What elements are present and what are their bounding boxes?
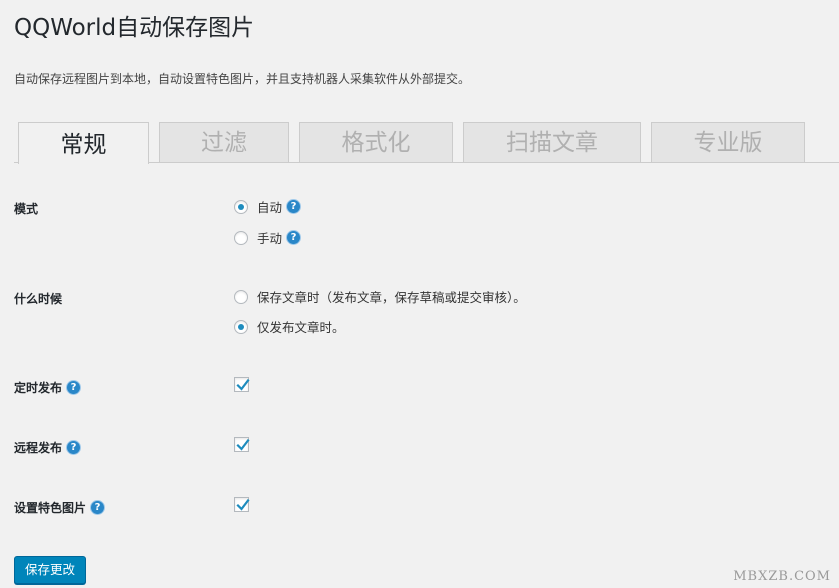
when-option-publish-only[interactable]: 仅发布文章时。 <box>234 317 345 336</box>
settings-page: QQWorld自动保存图片 自动保存远程图片到本地，自动设置特色图片，并且支持机… <box>0 0 839 588</box>
when-publish-only-radio[interactable] <box>234 319 248 334</box>
save-button[interactable]: 保存更改 <box>14 556 87 584</box>
scheduled-publish-label-text: 定时发布 <box>14 381 63 395</box>
help-icon[interactable]: ? <box>66 380 82 395</box>
help-icon[interactable]: ? <box>286 230 302 245</box>
when-label-text: 什么时候 <box>14 292 63 306</box>
featured-image-label-text: 设置特色图片 <box>14 501 87 515</box>
scheduled-publish-label: 定时发布 ? <box>14 379 82 396</box>
tab-bar: 常规 过滤 格式化 扫描文章 专业版 <box>0 122 839 164</box>
when-label: 什么时候 <box>14 290 62 307</box>
tab-filter[interactable]: 过滤 <box>159 122 289 162</box>
when-publish-only-label: 仅发布文章时。 <box>257 320 345 335</box>
featured-image-label: 设置特色图片 ? <box>14 499 106 516</box>
mode-option-manual[interactable]: 手动 ? <box>234 228 302 247</box>
mode-auto-label: 自动 <box>257 200 283 215</box>
mode-label: 模式 <box>14 200 38 217</box>
help-icon[interactable]: ? <box>90 500 106 515</box>
watermark: MBXZB.COM <box>733 569 831 584</box>
page-title: QQWorld自动保存图片 <box>14 15 255 41</box>
when-on-save-radio[interactable] <box>234 289 248 304</box>
remote-publish-label-text: 远程发布 <box>14 441 63 455</box>
remote-publish-checkbox[interactable] <box>234 437 250 452</box>
when-on-save-label: 保存文章时（发布文章，保存草稿或提交审核）。 <box>257 290 526 305</box>
tab-pro[interactable]: 专业版 <box>651 122 805 162</box>
checkmark-icon <box>236 498 250 511</box>
mode-option-auto[interactable]: 自动 ? <box>234 197 302 216</box>
checkmark-icon <box>236 438 250 451</box>
when-option-on-save[interactable]: 保存文章时（发布文章，保存草稿或提交审核）。 <box>234 287 526 306</box>
mode-manual-radio[interactable] <box>234 230 248 245</box>
mode-auto-radio[interactable] <box>234 199 248 214</box>
tab-format[interactable]: 格式化 <box>299 122 453 162</box>
help-icon[interactable]: ? <box>66 440 82 455</box>
remote-publish-label: 远程发布 ? <box>14 439 82 456</box>
tab-scan-posts[interactable]: 扫描文章 <box>463 122 641 162</box>
featured-image-checkbox[interactable] <box>234 497 250 512</box>
help-icon[interactable]: ? <box>286 199 302 214</box>
mode-manual-label: 手动 <box>257 231 283 246</box>
mode-label-text: 模式 <box>14 202 39 216</box>
checkmark-icon <box>236 378 250 391</box>
scheduled-publish-checkbox[interactable] <box>234 377 250 392</box>
page-description: 自动保存远程图片到本地，自动设置特色图片，并且支持机器人采集软件从外部提交。 <box>14 72 471 86</box>
tab-general[interactable]: 常规 <box>18 122 149 164</box>
